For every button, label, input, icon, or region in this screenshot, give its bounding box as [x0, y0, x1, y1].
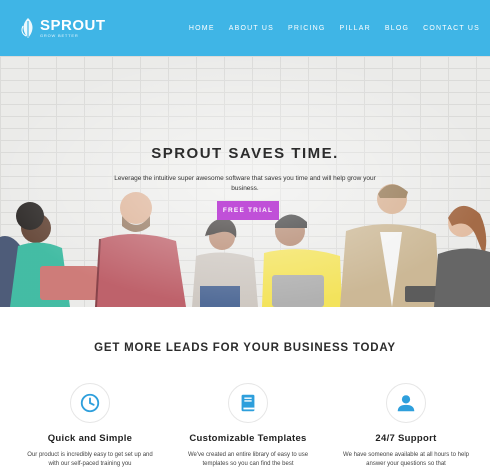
- user-icon: [397, 395, 415, 412]
- logo[interactable]: SPROUT GROW BETTER: [20, 17, 106, 39]
- book-icon: [241, 394, 255, 412]
- nav-home[interactable]: HOME: [182, 25, 222, 32]
- site-header: SPROUT GROW BETTER HOME ABOUT US PRICING…: [0, 0, 490, 56]
- feature-title: Customizable Templates: [189, 433, 307, 444]
- logo-tagline: GROW BETTER: [40, 33, 79, 38]
- leaf-logo-icon: [21, 18, 33, 38]
- hero-description: Leverage the intuitive super awesome sof…: [114, 175, 376, 192]
- feature-text: Our product is incredibly easy to get se…: [27, 452, 153, 467]
- feature-support: 24/7 Support We have someone available a…: [331, 383, 481, 469]
- nav-blog[interactable]: BLOG: [378, 25, 416, 32]
- hero-section: SPROUT SAVES TIME. Leverage the intuitiv…: [0, 56, 490, 307]
- free-trial-button[interactable]: FREE TRIAL: [217, 201, 279, 220]
- nav-pricing[interactable]: PRICING: [281, 25, 333, 32]
- nav-pillar[interactable]: PILLAR: [333, 25, 378, 32]
- feature-title: Quick and Simple: [47, 433, 133, 444]
- clock-icon: [80, 393, 100, 413]
- feature-title: 24/7 Support: [375, 433, 437, 444]
- feature-customizable-templates: Customizable Templates We've created an …: [173, 383, 323, 469]
- main-nav: HOME ABOUT US PRICING PILLAR BLOG CONTAC…: [182, 25, 480, 32]
- logo-title: SPROUT: [40, 17, 106, 34]
- feature-text: We have someone available at all hours t…: [343, 452, 469, 467]
- feature-quick-simple: Quick and Simple Our product is incredib…: [15, 383, 165, 469]
- hero-title: SPROUT SAVES TIME.: [151, 145, 339, 162]
- feature-text: We've created an entire library of easy …: [187, 452, 309, 467]
- nav-contact-us[interactable]: CONTACT US: [416, 25, 480, 32]
- nav-about-us[interactable]: ABOUT US: [222, 25, 281, 32]
- leads-heading: GET MORE LEADS FOR YOUR BUSINESS TODAY: [94, 342, 396, 354]
